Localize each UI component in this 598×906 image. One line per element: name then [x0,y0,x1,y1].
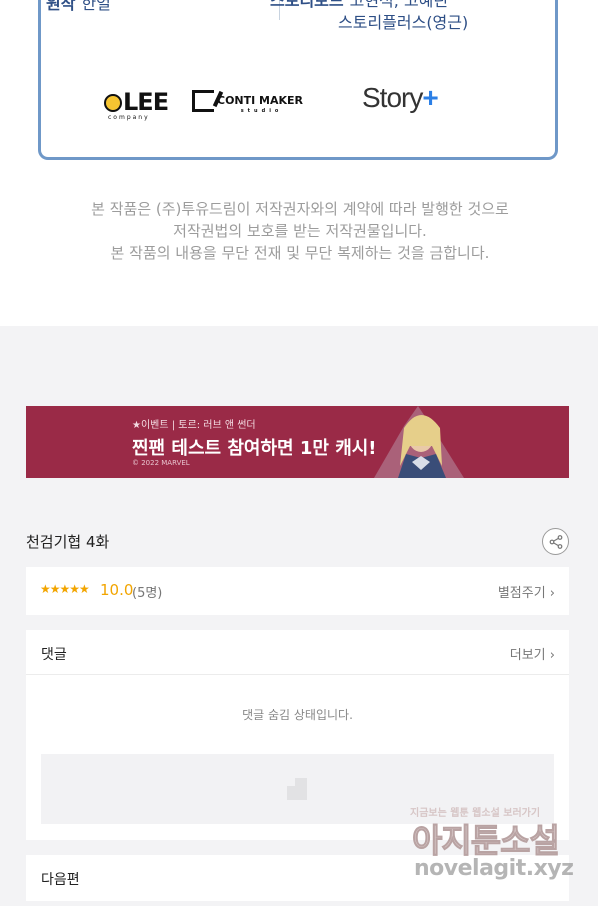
credit-original-name: 한얼 [81,0,111,13]
notice-line-1: 본 작품은 (주)투유드림이 저작권자와의 계약에 따라 발행한 것으로 [91,200,509,218]
next-episode-title: 다음편 [41,872,80,888]
comment-more-button[interactable]: 더보기 › [510,644,555,663]
site-watermark: 지금보는 웹툰 웹소설 보러가기 아지툰소설 novelagit.xyz [408,804,578,894]
chevron-right-icon: › [549,586,555,601]
comment-title: 댓글 [41,647,67,663]
rating-score: 10.0 [100,581,134,599]
credit-original: 원작 한얼 [46,0,111,14]
event-banner[interactable]: ★이벤트 | 토르: 러브 앤 썬더 찐팬 테스트 참여하면 1만 캐시! © … [26,406,569,478]
banner-copyright: © 2022 MARVEL [132,459,190,467]
credits-section: 원작 한얼 스토리보드 고현석, 고혜린 스토리플러스(영근) LEE compan… [0,0,598,326]
banner-title: 찐팬 테스트 참여하면 1만 캐시! [132,438,377,459]
notice-line-2: 저작권법의 보호를 받는 저작권물입니다. [173,222,427,240]
credit-storyboard-names: 고현석, 고혜린 [349,0,449,10]
comment-hidden-message: 댓글 숨김 상태입니다. [242,708,353,722]
watermark-title: 아지툰소설 [412,821,561,861]
rating-card: ★★★★★ 10.0 (5명) 별점주기 › [26,567,569,615]
episode-title: 천검기협 4화 [26,533,110,551]
credit-storyboard-studio: 스토리플러스(영근) [338,13,469,32]
share-icon [549,535,563,549]
rating-stars: ★★★★★ [40,582,90,596]
comment-header: 댓글 더보기 › [26,630,569,675]
story-plus-logo: Story+ [362,82,439,113]
notice-line-3: 본 작품의 내용을 무단 전재 및 무단 복제하는 것을 금합니다. [110,244,490,262]
credit-original-role: 원작 [46,0,76,13]
lee-company-logo: LEE company [104,88,169,121]
chevron-right-icon: › [549,648,555,663]
document-icon [287,778,307,800]
banner-subtitle: ★이벤트 | 토르: 러브 앤 썬더 [132,420,256,431]
rate-button[interactable]: 별점주기 › [498,582,555,601]
credit-storyboard-role: 스토리보드 [270,0,344,10]
studio-logos: LEE company CONTI MAKER studio Story+ [100,82,439,122]
rating-count: (5명) [132,586,163,601]
hero-illustration-icon [374,406,464,478]
conti-mark-icon [192,90,214,112]
conti-maker-logo: CONTI MAKER studio [192,90,303,114]
share-button[interactable] [542,528,569,555]
lee-face-icon [104,94,122,112]
copyright-notice: 본 작품은 (주)투유드림이 저작권자와의 계약에 따라 발행한 것으로 저작권… [40,198,560,264]
credit-storyboard: 스토리보드 고현석, 고혜린 스토리플러스(영근) [270,0,468,34]
watermark-url: novelagit.xyz [414,856,574,881]
